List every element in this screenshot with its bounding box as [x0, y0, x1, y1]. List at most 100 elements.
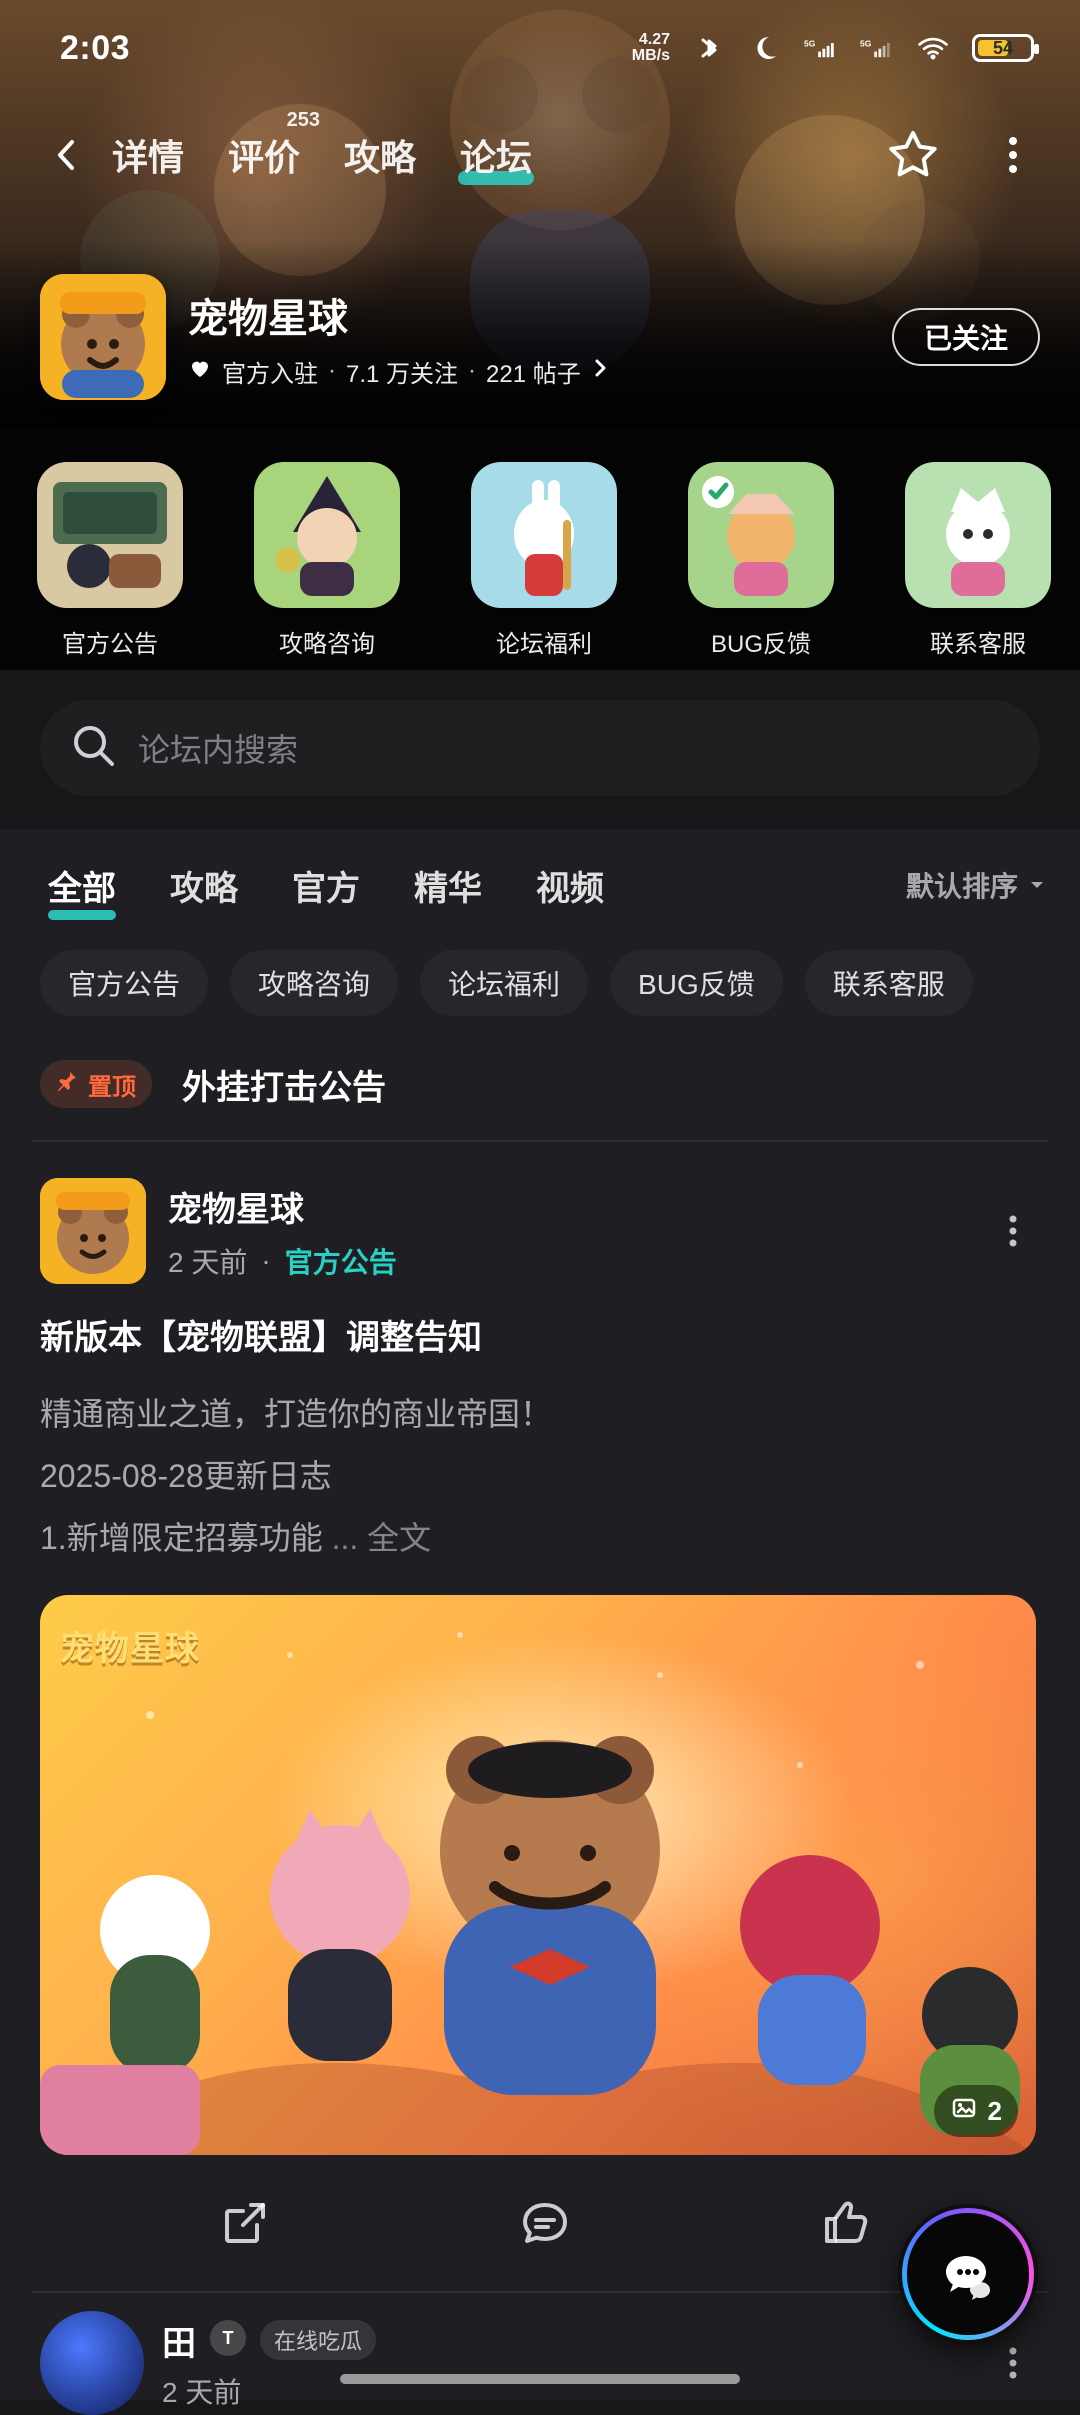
official-label: 官方入驻 — [222, 354, 318, 389]
chip-benefits[interactable]: 论坛福利 — [420, 950, 588, 1016]
post-title[interactable]: 新版本【宠物联盟】调整告知 — [40, 1310, 1040, 1359]
image-count-badge: 2 — [934, 2085, 1018, 2137]
feed-tab-guides[interactable]: 攻略 — [170, 861, 238, 910]
comment-button[interactable] — [510, 2188, 580, 2258]
pinned-post[interactable]: 置顶 外挂打击公告 — [0, 1028, 1080, 1140]
category-item-benefits[interactable]: 论坛福利 — [464, 462, 624, 659]
post-image[interactable]: 宠物星球 — [40, 1595, 1036, 2155]
category-label: BUG反馈 — [711, 624, 811, 659]
like-button[interactable] — [810, 2188, 880, 2258]
post-header: 宠物星球 2 天前 · 官方公告 — [40, 1178, 1040, 1284]
follow-button[interactable]: 已关注 — [892, 308, 1040, 366]
post-author-name[interactable]: 田 — [162, 2316, 196, 2365]
floating-chat-button[interactable] — [898, 2204, 1038, 2344]
forum-content: 全部 攻略 官方 精华 视频 默认排序 官方公告 攻略咨询 论坛福利 BUG反馈… — [0, 830, 1080, 2400]
chip-customer-service[interactable]: 联系客服 — [805, 950, 973, 1016]
post-line: 精通商业之道，打造你的商业帝国！ — [40, 1383, 1040, 1445]
separator-dot: · — [328, 357, 336, 385]
sort-dropdown[interactable]: 默认排序 — [906, 865, 1046, 905]
separator-dot: · — [468, 357, 476, 385]
post-card[interactable]: 宠物星球 2 天前 · 官方公告 新版本【宠物联盟】调整告知 精通商业之道，打造… — [0, 1142, 1080, 2291]
tab-label: 攻略 — [344, 137, 416, 178]
search-icon — [68, 720, 120, 777]
category-item-guides[interactable]: 攻略咨询 — [247, 462, 407, 659]
feed-tab-videos[interactable]: 视频 — [536, 861, 604, 910]
more-vertical-icon — [1004, 2343, 1022, 2383]
tab-label: 评价 — [228, 137, 300, 178]
author-avatar[interactable] — [40, 1178, 146, 1284]
sort-label: 默认排序 — [906, 865, 1018, 905]
svg-text:5G: 5G — [804, 39, 816, 49]
game-name: 宠物星球 — [188, 286, 609, 344]
image-count: 2 — [988, 2096, 1002, 2127]
bluetooth-icon — [692, 31, 726, 65]
category-item-bug-feedback[interactable]: BUG反馈 — [681, 462, 841, 659]
feed-tab-all[interactable]: 全部 — [48, 861, 116, 910]
chip-guides[interactable]: 攻略咨询 — [230, 950, 398, 1016]
verified-heart-icon — [188, 356, 212, 387]
signal-5g-secondary-icon: 5G — [860, 31, 894, 65]
post-meta: 2 天前 · 官方公告 — [168, 1241, 397, 1281]
tab-forum[interactable]: 论坛 — [460, 129, 532, 181]
pinned-title: 外挂打击公告 — [182, 1060, 386, 1109]
announcement-art-icon — [37, 462, 183, 608]
tab-guides[interactable]: 攻略 — [344, 129, 416, 181]
share-icon — [217, 2195, 273, 2251]
battery-level: 54 — [993, 38, 1013, 59]
favorite-button[interactable] — [880, 122, 946, 188]
tab-details[interactable]: 详情 — [112, 129, 184, 181]
svg-text:T: T — [223, 2328, 234, 2348]
more-options-button[interactable] — [980, 122, 1046, 188]
bug-feedback-art-icon — [688, 462, 834, 608]
thumbs-up-icon — [817, 2195, 873, 2251]
category-item-announcement[interactable]: 官方公告 — [30, 462, 190, 659]
pin-icon — [56, 1070, 78, 1099]
images-icon — [950, 2094, 978, 2129]
share-button[interactable] — [210, 2188, 280, 2258]
category-row: 官方公告 攻略咨询 — [0, 462, 1080, 659]
game-icon[interactable] — [40, 274, 166, 400]
chevron-left-icon — [50, 138, 84, 172]
post-time: 2 天前 — [168, 1241, 247, 1281]
post-author-name[interactable]: 宠物星球 — [168, 1182, 397, 1231]
post-line-with-more: 1.新增限定招募功能 ... 全文 — [40, 1507, 1040, 1569]
post-more-button[interactable] — [986, 1204, 1040, 1258]
post-line: 1.新增限定招募功能 — [40, 1520, 323, 1556]
more-vertical-icon — [1001, 131, 1025, 179]
star-icon — [885, 127, 941, 183]
posts-count: 221 帖子 — [486, 354, 581, 389]
post-author-info: 宠物星球 2 天前 · 官方公告 — [168, 1182, 397, 1281]
category-label: 官方公告 — [62, 624, 158, 659]
chip-bug-feedback[interactable]: BUG反馈 — [610, 950, 783, 1016]
feed-tabs: 全部 攻略 官方 精华 视频 — [48, 861, 604, 910]
status-time: 2:03 — [60, 29, 130, 68]
feed-tab-official[interactable]: 官方 — [292, 861, 360, 910]
game-meta[interactable]: 官方入驻 · 7.1 万关注 · 221 帖子 — [188, 354, 609, 389]
category-item-customer-service[interactable]: 联系客服 — [898, 462, 1058, 659]
network-speed-unit: MB/s — [632, 48, 670, 64]
home-indicator[interactable] — [340, 2374, 740, 2384]
category-label: 联系客服 — [930, 624, 1026, 659]
tab-reviews[interactable]: 评价 253 — [228, 129, 300, 181]
forum-search-bar[interactable]: 论坛内搜索 — [40, 700, 1040, 796]
post-more-button[interactable] — [986, 2336, 1040, 2390]
post-line: 2025-08-28更新日志 — [40, 1445, 1040, 1507]
more-vertical-icon — [1004, 1211, 1022, 1251]
post-body[interactable]: 精通商业之道，打造你的商业帝国！ 2025-08-28更新日志 1.新增限定招募… — [40, 1383, 1040, 1569]
read-more-link[interactable]: ... 全文 — [332, 1520, 432, 1556]
chip-announcement[interactable]: 官方公告 — [40, 950, 208, 1016]
caret-down-icon — [1028, 869, 1046, 901]
customer-service-art-icon — [905, 462, 1051, 608]
followers-count: 7.1 万关注 — [346, 354, 458, 389]
tab-label: 论坛 — [460, 137, 532, 178]
author-avatar[interactable] — [40, 2311, 144, 2415]
feed-filters: 全部 攻略 官方 精华 视频 默认排序 — [0, 830, 1080, 940]
moon-icon — [748, 31, 782, 65]
category-label: 攻略咨询 — [279, 624, 375, 659]
back-button[interactable] — [40, 128, 94, 182]
svg-text:5G: 5G — [860, 39, 872, 49]
fab-ring — [902, 2208, 1034, 2340]
post-category-link[interactable]: 官方公告 — [285, 1241, 397, 1281]
network-speed: 4.27 MB/s — [632, 32, 670, 64]
feed-tab-featured[interactable]: 精华 — [414, 861, 482, 910]
